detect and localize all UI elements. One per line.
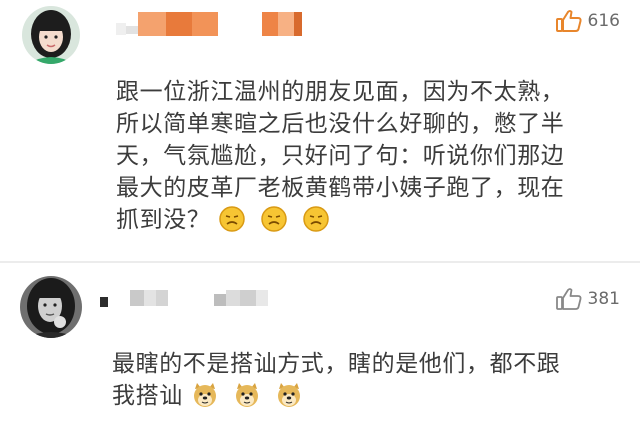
comment-text-line: 天，气氛尴尬，只好问了句：听说你们那边	[116, 143, 565, 169]
username-mosaic[interactable]	[100, 289, 268, 307]
lemon-face-emoji	[302, 205, 330, 242]
comment-text-line: 我搭讪	[112, 380, 622, 418]
like-count: 381	[587, 289, 620, 309]
doge-emoji	[275, 381, 303, 418]
avatar-image	[20, 276, 82, 338]
like-count: 616	[587, 11, 620, 31]
lemon-face-emoji	[218, 205, 246, 242]
avatar[interactable]	[20, 276, 82, 338]
comment-text-fragment: 抓到没？	[116, 207, 211, 233]
like-button[interactable]: 616	[555, 9, 620, 33]
comment-text: 最瞎的不是搭讪方式，瞎的是他们，都不跟 我搭讪	[112, 348, 622, 418]
avatar[interactable]	[22, 6, 80, 64]
avatar-image	[22, 6, 80, 64]
doge-emoji	[191, 381, 219, 418]
doge-emoji	[233, 381, 261, 418]
username-mosaic[interactable]	[116, 12, 302, 36]
like-button[interactable]: 381	[555, 287, 620, 311]
lemon-face-emoji	[260, 205, 288, 242]
thumbs-up-icon	[555, 288, 582, 310]
comment-text-line: 最大的皮革厂老板黄鹤带小姨子跑了，现在	[116, 175, 565, 201]
comment-text-line: 所以简单寒暄之后也没什么好聊的，憋了半	[116, 111, 565, 137]
comment-text-line: 跟一位浙江温州的朋友见面，因为不太熟，	[116, 79, 565, 105]
comment-text-fragment: 我搭讪	[112, 383, 183, 409]
comment-text-line: 抓到没？	[116, 204, 616, 242]
comment-text: 跟一位浙江温州的朋友见面，因为不太熟， 所以简单寒暄之后也没什么好聊的，憋了半 …	[116, 76, 616, 242]
comment-item: 616 跟一位浙江温州的朋友见面，因为不太熟， 所以简单寒暄之后也没什么好聊的，…	[0, 0, 640, 262]
comment-text-line: 最瞎的不是搭讪方式，瞎的是他们，都不跟	[112, 351, 561, 377]
comment-item: 381 最瞎的不是搭讪方式，瞎的是他们，都不跟 我搭讪	[0, 263, 640, 433]
thumbs-up-icon	[555, 10, 582, 32]
